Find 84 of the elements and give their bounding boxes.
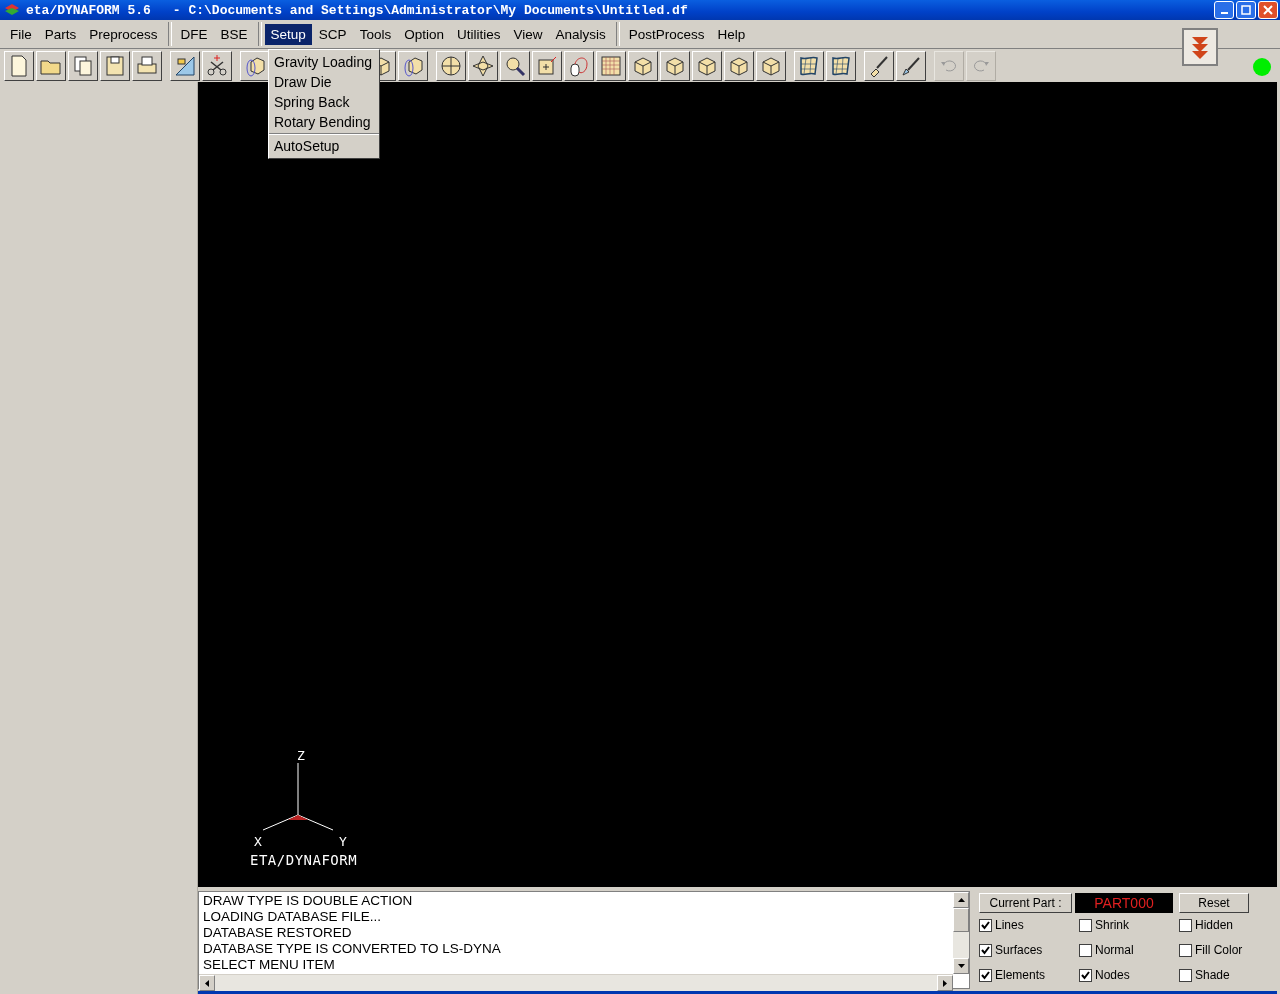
dropdown-menu-item[interactable]: Draw Die	[269, 72, 379, 92]
display-option-checkbox[interactable]: Shrink	[1079, 916, 1179, 934]
app-logo-icon	[4, 3, 20, 17]
log-line: SELECT MENU ITEM	[203, 957, 336, 973]
maximize-button[interactable]	[1236, 1, 1256, 19]
maximize-icon	[1241, 5, 1251, 15]
mesh-surface-icon[interactable]	[826, 50, 856, 81]
rotating-cube-icon[interactable]	[240, 50, 270, 81]
cube-icon[interactable]	[692, 50, 722, 81]
triangle-ruler-icon[interactable]	[170, 50, 200, 81]
open-folder-icon[interactable]	[36, 50, 66, 81]
file-path: - C:\Documents and Settings\Administrator\My Documents\Untitled.df	[172, 2, 688, 18]
printer-icon[interactable]	[132, 50, 162, 81]
scroll-left-icon[interactable]	[205, 979, 209, 987]
close-button[interactable]	[1258, 1, 1278, 19]
display-option-checkbox[interactable]: Hidden	[1179, 916, 1269, 934]
grid-icon[interactable]	[596, 50, 626, 81]
menu-item[interactable]: Preprocess	[83, 23, 164, 45]
x-axis-label: X	[254, 834, 262, 849]
menu-item[interactable]: Tools	[353, 23, 398, 45]
display-option-checkbox[interactable]: Elements	[979, 966, 1079, 984]
display-option-checkbox[interactable]: Normal	[1079, 941, 1179, 959]
menu-item[interactable]: PostProcess	[622, 23, 711, 45]
mouse-icon[interactable]	[564, 50, 594, 81]
vertical-scrollbar[interactable]	[953, 892, 969, 974]
minimize-button[interactable]	[1214, 1, 1234, 19]
check-mark-icon	[981, 920, 990, 930]
horizontal-scrollbar[interactable]	[199, 974, 953, 991]
viewport-logo: ETA/DYNAFORM	[250, 852, 358, 868]
z-axis-label: Z	[297, 748, 305, 763]
expand-button[interactable]	[1182, 28, 1218, 66]
current-part-field: PART000	[1075, 893, 1173, 913]
minimize-icon	[1220, 12, 1228, 14]
display-option-checkbox[interactable]: Lines	[979, 916, 1079, 934]
magnifier-icon[interactable]	[500, 50, 530, 81]
cube-icon[interactable]	[756, 50, 786, 81]
dropdown-menu-item[interactable]: AutoSetup	[269, 136, 379, 156]
log-line: DATABASE RESTORED	[203, 925, 353, 941]
close-icon	[1263, 5, 1273, 15]
menu-item[interactable]: Help	[711, 23, 752, 45]
menu-item[interactable]: Parts	[38, 23, 83, 45]
rotating-cube-icon[interactable]	[398, 50, 428, 81]
menu-item[interactable]: SCP	[312, 23, 353, 45]
menu-item[interactable]: File	[4, 23, 38, 45]
menu-item[interactable]: Setup	[264, 23, 312, 45]
move-arrows-icon[interactable]	[468, 50, 498, 81]
check-mark-icon	[1081, 970, 1090, 980]
display-option-checkbox[interactable]: Nodes	[1079, 966, 1179, 984]
display-option-checkbox[interactable]: Surfaces	[979, 941, 1079, 959]
check-mark-icon	[981, 970, 990, 980]
new-file-icon[interactable]	[4, 50, 34, 81]
copy-icon[interactable]	[68, 50, 98, 81]
menu-item[interactable]: Utilities	[450, 23, 507, 45]
menu-item[interactable]: Analysis	[549, 23, 612, 45]
display-option-checkbox[interactable]: Shade	[1179, 966, 1269, 984]
menu-item[interactable]: Option	[398, 23, 450, 45]
scroll-right-icon[interactable]	[943, 979, 947, 987]
cube-icon[interactable]	[660, 50, 690, 81]
scissors-icon[interactable]	[202, 50, 232, 81]
menu-item[interactable]: BSE	[214, 23, 254, 45]
dropdown-menu-item[interactable]: Gravity Loading	[269, 52, 379, 72]
mesh-surface-icon[interactable]	[794, 50, 824, 81]
log-line: DATABASE TYPE IS CONVERTED TO LS-DYNA	[203, 941, 502, 957]
menu-item[interactable]: View	[507, 23, 549, 45]
current-part-button[interactable]: Current Part :	[979, 893, 1072, 913]
y-axis-label: Y	[339, 834, 347, 849]
brush-icon[interactable]	[864, 50, 894, 81]
pen-icon[interactable]	[896, 50, 926, 81]
zoom-box-icon[interactable]	[532, 50, 562, 81]
log-line: LOADING DATABASE FILE...	[203, 909, 383, 925]
menu-item[interactable]: DFE	[174, 23, 214, 45]
cube-icon[interactable]	[724, 50, 754, 81]
scroll-down-icon[interactable]	[957, 964, 965, 968]
check-mark-icon	[981, 945, 990, 955]
reset-button[interactable]: Reset	[1179, 893, 1249, 913]
log-line: DRAW TYPE IS DOUBLE ACTION	[203, 893, 414, 909]
cube-icon[interactable]	[628, 50, 658, 81]
scroll-up-icon[interactable]	[957, 898, 965, 902]
status-light-icon	[1253, 58, 1271, 76]
display-option-checkbox[interactable]: Fill Color	[1179, 941, 1269, 959]
dropdown-menu-item[interactable]: Spring Back	[269, 92, 379, 112]
window-title: eta/DYNAFORM 5.6	[26, 2, 151, 18]
dropdown-menu-item[interactable]: Rotary Bending	[269, 112, 379, 132]
save-icon[interactable]	[100, 50, 130, 81]
